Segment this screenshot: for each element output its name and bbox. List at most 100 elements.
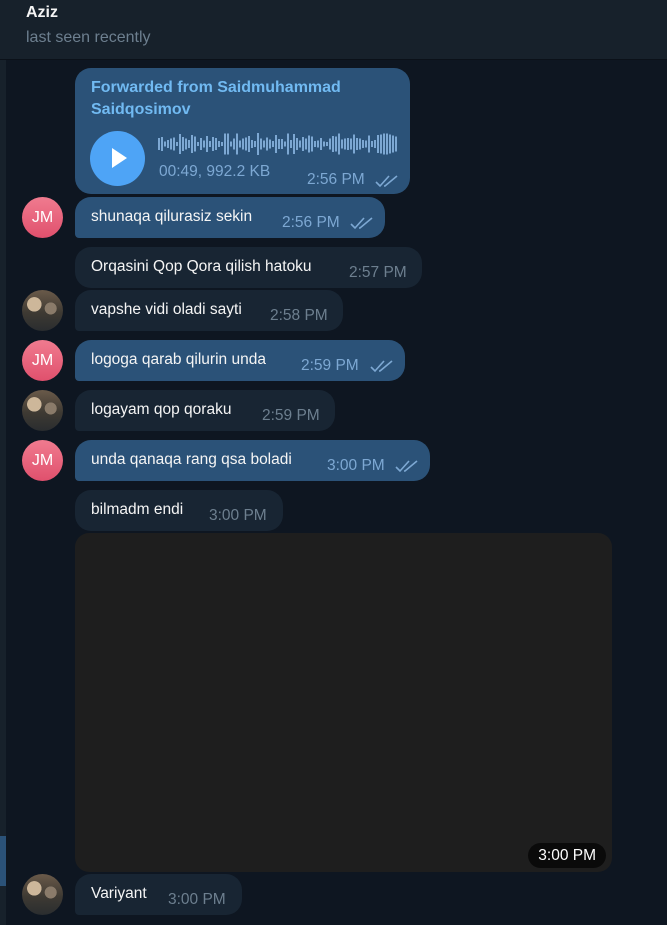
waveform-bar	[161, 137, 163, 151]
waveform-bar	[209, 141, 211, 147]
waveform-bar	[329, 138, 331, 150]
message-bubble[interactable]: bilmadm endi 3:00 PM	[75, 490, 283, 531]
message-time: 2:56 PM	[282, 214, 340, 231]
message-time: 2:59 PM	[262, 407, 320, 424]
waveform-bar	[350, 138, 352, 150]
waveform-bar	[236, 133, 238, 155]
waveform[interactable]	[158, 132, 400, 156]
message-time: 2:59 PM	[301, 357, 359, 374]
waveform-bar	[224, 133, 226, 155]
message-text: Orqasini Qop Qora qilish hatoku	[91, 258, 312, 275]
forwarded-from-label[interactable]: Forwarded from Saidmuhammad Saidqosimov	[91, 77, 371, 121]
waveform-bar	[206, 136, 208, 152]
message-bubble[interactable]: shunaqa qilurasiz sekin 2:56 PM	[75, 197, 385, 238]
waveform-bar	[176, 142, 178, 146]
waveform-bar	[260, 138, 262, 150]
waveform-bar	[212, 137, 214, 151]
play-icon[interactable]	[90, 131, 145, 186]
waveform-bar	[287, 133, 289, 155]
waveform-bar	[170, 138, 172, 150]
waveform-bar	[362, 140, 364, 148]
message-bubble[interactable]: Variyant 3:00 PM	[75, 874, 242, 915]
message-text: logoga qarab qilurin unda	[91, 351, 266, 368]
media-message[interactable]: 3:00 PM	[75, 533, 612, 872]
message-text: unda qanaqa rang qsa boladi	[91, 451, 292, 468]
message-bubble[interactable]: logoga qarab qilurin unda 2:59 PM	[75, 340, 405, 381]
waveform-bar	[275, 135, 277, 153]
waveform-bar	[311, 136, 313, 152]
waveform-bar	[248, 136, 250, 152]
waveform-bar	[185, 138, 187, 150]
waveform-bar	[296, 138, 298, 150]
waveform-bar	[239, 140, 241, 148]
waveform-bar	[353, 134, 355, 154]
waveform-bar	[158, 138, 160, 150]
waveform-bar	[254, 141, 256, 147]
waveform-bar	[305, 138, 307, 150]
waveform-bar	[302, 137, 304, 151]
message-time: 3:00 PM	[327, 457, 385, 474]
avatar[interactable]: JM	[22, 440, 63, 481]
message-bubble[interactable]: Orqasini Qop Qora qilish hatoku 2:57 PM	[75, 247, 422, 288]
waveform-bar	[332, 136, 334, 152]
message-time: 2:56 PM	[307, 171, 365, 188]
waveform-bar	[386, 133, 388, 155]
waveform-bar	[380, 134, 382, 154]
waveform-bar	[344, 138, 346, 150]
message-text: bilmadm endi	[91, 501, 184, 518]
waveform-bar	[392, 135, 394, 153]
read-ticks-icon	[375, 175, 398, 188]
chat-header[interactable]: Aziz last seen recently	[0, 0, 667, 60]
avatar[interactable]	[22, 390, 63, 431]
avatar[interactable]: JM	[22, 340, 63, 381]
waveform-bar	[323, 141, 325, 147]
message-bubble[interactable]: logayam qop qoraku 2:59 PM	[75, 390, 335, 431]
message-time: 3:00 PM	[168, 891, 226, 908]
read-ticks-icon	[370, 360, 393, 373]
waveform-bar	[263, 140, 265, 148]
waveform-bar	[356, 138, 358, 150]
waveform-bar	[194, 136, 196, 152]
waveform-bar	[272, 141, 274, 147]
selected-chat-indicator	[0, 836, 6, 886]
voice-message-bubble[interactable]: Forwarded from Saidmuhammad Saidqosimov …	[75, 68, 410, 194]
message-bubble[interactable]: unda qanaqa rang qsa boladi 3:00 PM	[75, 440, 430, 481]
avatar[interactable]	[22, 874, 63, 915]
waveform-bar	[293, 134, 295, 154]
waveform-bar	[365, 140, 367, 148]
waveform-bar	[290, 140, 292, 148]
waveform-bar	[164, 141, 166, 147]
waveform-bar	[251, 140, 253, 148]
message-time: 2:58 PM	[270, 307, 328, 324]
waveform-bar	[200, 138, 202, 150]
waveform-bar	[173, 137, 175, 151]
message-text: shunaqa qilurasiz sekin	[91, 208, 253, 225]
waveform-bar	[359, 138, 361, 150]
waveform-bar	[335, 136, 337, 152]
contact-name[interactable]: Aziz	[26, 4, 58, 22]
waveform-bar	[377, 135, 379, 153]
waveform-bar	[308, 135, 310, 153]
waveform-bar	[227, 133, 229, 155]
message-bubble[interactable]: vapshe vidi oladi sayti 2:58 PM	[75, 290, 343, 331]
media-time: 3:00 PM	[528, 843, 606, 868]
waveform-bar	[374, 140, 376, 148]
waveform-bar	[341, 139, 343, 149]
waveform-bar	[233, 138, 235, 150]
message-time: 2:57 PM	[349, 264, 407, 281]
message-text: logayam qop qoraku	[91, 401, 232, 418]
waveform-bar	[314, 141, 316, 147]
waveform-bar	[368, 135, 370, 153]
avatar[interactable]	[22, 290, 63, 331]
waveform-bar	[167, 140, 169, 148]
contact-status: last seen recently	[26, 29, 151, 46]
avatar[interactable]: JM	[22, 197, 63, 238]
waveform-bar	[215, 138, 217, 150]
waveform-bar	[383, 133, 385, 155]
message-time: 3:00 PM	[209, 507, 267, 524]
voice-duration-size: 00:49, 992.2 KB	[159, 163, 271, 180]
waveform-bar	[188, 140, 190, 148]
waveform-bar	[371, 141, 373, 147]
waveform-bar	[221, 142, 223, 146]
waveform-bar	[257, 133, 259, 155]
